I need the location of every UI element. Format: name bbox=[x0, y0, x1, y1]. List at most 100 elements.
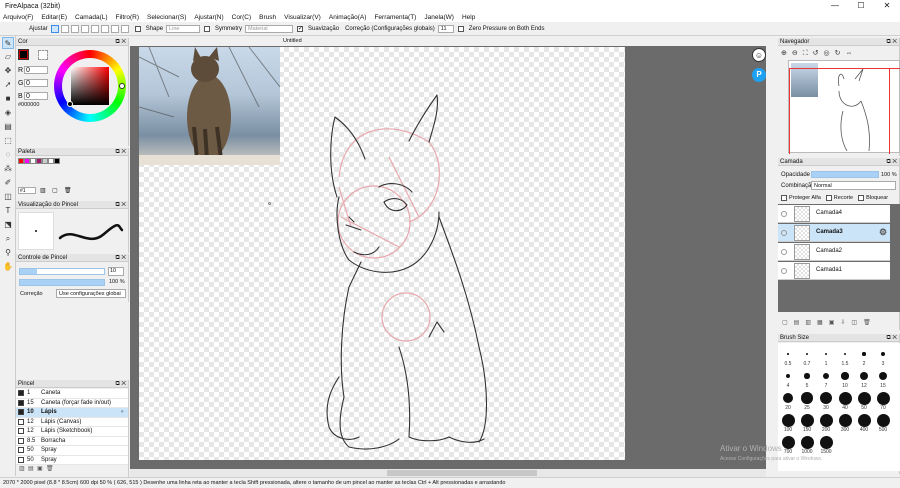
lock-checkbox[interactable] bbox=[858, 195, 865, 201]
panel-float-icon[interactable]: ⧉ ✕ bbox=[115, 254, 126, 262]
brush-tool-icon[interactable]: ✎ bbox=[2, 37, 14, 49]
brush-opacity-slider[interactable] bbox=[19, 279, 105, 286]
select-pen-icon[interactable]: ✐ bbox=[2, 177, 14, 189]
snap-radial-icon[interactable] bbox=[90, 24, 99, 33]
saturation-value-square[interactable] bbox=[71, 67, 109, 105]
brush-size-dot[interactable] bbox=[824, 352, 828, 356]
alpaca-avatar-icon[interactable]: ☺ bbox=[752, 48, 766, 62]
protect-alpha-checkbox[interactable] bbox=[781, 195, 787, 201]
flip-icon[interactable]: ⇔ bbox=[846, 50, 858, 57]
rotate-reset-icon[interactable]: ◎ bbox=[824, 50, 835, 57]
text-tool-icon[interactable]: T bbox=[2, 205, 14, 217]
bucket-tool-icon[interactable]: ◈ bbox=[2, 107, 14, 119]
brush-size-dot[interactable] bbox=[787, 353, 789, 355]
brush-list-item[interactable]: 8.5 Borracha bbox=[16, 436, 128, 446]
zero-pressure-checkbox[interactable] bbox=[457, 25, 464, 32]
horizontal-scrollbar[interactable] bbox=[130, 469, 766, 477]
drawing-canvas[interactable] bbox=[139, 47, 625, 460]
brush-size-dot[interactable] bbox=[862, 352, 866, 356]
color-picker-handle[interactable] bbox=[67, 101, 73, 107]
layer-opacity-slider[interactable] bbox=[811, 171, 879, 178]
clear-layer-icon[interactable]: ◫ bbox=[851, 320, 863, 326]
panel-float-icon[interactable]: ⧉ ✕ bbox=[115, 148, 126, 156]
brush-size-dot[interactable] bbox=[857, 413, 871, 427]
brush-size-dot[interactable] bbox=[781, 435, 795, 449]
menu-tool[interactable]: Ferramenta(T) bbox=[374, 14, 416, 21]
brush-size-dot[interactable] bbox=[806, 353, 808, 355]
layer-visibility-icon[interactable] bbox=[781, 268, 787, 274]
hand-tool-icon[interactable]: ✋ bbox=[2, 261, 14, 273]
panel-float-icon[interactable]: ⧉ ✕ bbox=[886, 38, 897, 46]
brush-size-dot[interactable] bbox=[804, 373, 810, 379]
magic-wand-icon[interactable]: ⁂ bbox=[2, 163, 14, 175]
lasso-select-icon[interactable]: ◌ bbox=[2, 149, 14, 161]
brush-size-dot[interactable] bbox=[881, 352, 885, 356]
brush-size-dot[interactable] bbox=[857, 391, 871, 405]
menu-adjust[interactable]: Ajustar(N) bbox=[194, 14, 223, 21]
brush-list-item[interactable]: 50 Spray bbox=[16, 455, 128, 465]
snap-off-icon[interactable] bbox=[50, 24, 59, 33]
brush-size-dot[interactable] bbox=[876, 391, 890, 405]
eraser-tool-icon[interactable]: ▱ bbox=[2, 51, 14, 63]
menu-layer[interactable]: Camada(L) bbox=[75, 14, 108, 21]
menu-animation[interactable]: Animação(A) bbox=[329, 14, 367, 21]
palette-delete-icon[interactable]: 🗑 bbox=[64, 187, 72, 194]
menu-edit[interactable]: Editar(E) bbox=[41, 14, 67, 21]
brush-size-dot[interactable] bbox=[801, 392, 813, 404]
rotate-right-icon[interactable]: ↻ bbox=[835, 50, 846, 57]
brush-size-dot[interactable] bbox=[822, 372, 830, 380]
panel-float-icon[interactable]: ⧉ ✕ bbox=[115, 201, 126, 209]
scrollbar-thumb[interactable] bbox=[387, 470, 537, 476]
hue-handle[interactable] bbox=[119, 83, 125, 89]
hue-ring[interactable] bbox=[54, 50, 126, 122]
palette-add-icon[interactable]: ▥ bbox=[40, 187, 46, 194]
brush-size-dot[interactable] bbox=[876, 413, 890, 427]
brush-size-dot[interactable] bbox=[819, 435, 833, 449]
brush-size-dot[interactable] bbox=[843, 352, 847, 356]
clipping-checkbox[interactable] bbox=[825, 195, 832, 201]
maximize-button[interactable]: ☐ bbox=[848, 0, 874, 12]
layer-settings-icon[interactable]: ⚙ bbox=[879, 227, 887, 238]
brush-list-item[interactable]: 12 Lápis (Sketchbook) bbox=[16, 427, 128, 437]
brush-size-dot[interactable] bbox=[781, 413, 795, 427]
menu-window[interactable]: Janela(W) bbox=[424, 14, 454, 21]
brush-size-dot[interactable] bbox=[782, 392, 794, 404]
layer-visibility-icon[interactable] bbox=[781, 249, 787, 255]
brush-delete-icon[interactable]: 🗑 bbox=[46, 466, 54, 472]
divide-tool-icon[interactable]: ⬔ bbox=[2, 219, 14, 231]
layer-blend-select[interactable]: Normal bbox=[811, 181, 896, 190]
foreground-color-swatch[interactable] bbox=[18, 49, 29, 60]
menu-select[interactable]: Selecionar(S) bbox=[147, 14, 186, 21]
shape-select[interactable]: Line bbox=[166, 24, 201, 33]
brush-size-dot[interactable] bbox=[819, 391, 833, 405]
snap-parallel-icon[interactable] bbox=[60, 24, 69, 33]
menu-color[interactable]: Cor(C) bbox=[232, 14, 252, 21]
brush-list-item[interactable]: 10 Lápis ● bbox=[16, 408, 128, 418]
gradient-tool-icon[interactable]: ▤ bbox=[2, 121, 14, 133]
r-field[interactable]: 0 bbox=[24, 66, 48, 74]
zoom-out-icon[interactable]: ⊖ bbox=[792, 50, 803, 57]
panel-float-icon[interactable]: ⧉ ✕ bbox=[886, 158, 897, 166]
menu-help[interactable]: Help bbox=[462, 14, 475, 21]
new-1bit-layer-icon[interactable]: ▥ bbox=[805, 320, 817, 326]
duplicate-layer-icon[interactable]: ▣ bbox=[829, 320, 841, 326]
brush-size-dot[interactable] bbox=[838, 391, 852, 405]
background-color-swatch[interactable] bbox=[38, 50, 48, 60]
eyedropper-tool-icon[interactable]: ⚲ bbox=[2, 247, 14, 259]
navigator-preview[interactable] bbox=[788, 60, 900, 154]
transform-tool-icon[interactable]: ➚ bbox=[2, 79, 14, 91]
brush-size-field[interactable]: 10 bbox=[108, 267, 124, 276]
close-button[interactable]: ✕ bbox=[874, 0, 900, 12]
brush-size-dot[interactable] bbox=[841, 372, 849, 380]
merge-down-icon[interactable]: ⇩ bbox=[840, 320, 851, 326]
panel-float-icon[interactable]: ⧉ ✕ bbox=[115, 380, 126, 388]
zoom-in-icon[interactable]: ⊕ bbox=[781, 50, 792, 57]
brush-settings-icon[interactable]: ● bbox=[120, 409, 124, 415]
layer-row[interactable]: Camada4 bbox=[778, 205, 890, 223]
brush-copy-icon[interactable]: ▣ bbox=[37, 466, 43, 472]
menu-filter[interactable]: Filtro(R) bbox=[116, 14, 139, 21]
delete-layer-icon[interactable]: 🗑 bbox=[863, 320, 877, 326]
brush-size-slider[interactable] bbox=[19, 268, 105, 275]
layer-visibility-icon[interactable] bbox=[781, 211, 787, 217]
document-tab[interactable]: Untitled bbox=[283, 38, 302, 44]
